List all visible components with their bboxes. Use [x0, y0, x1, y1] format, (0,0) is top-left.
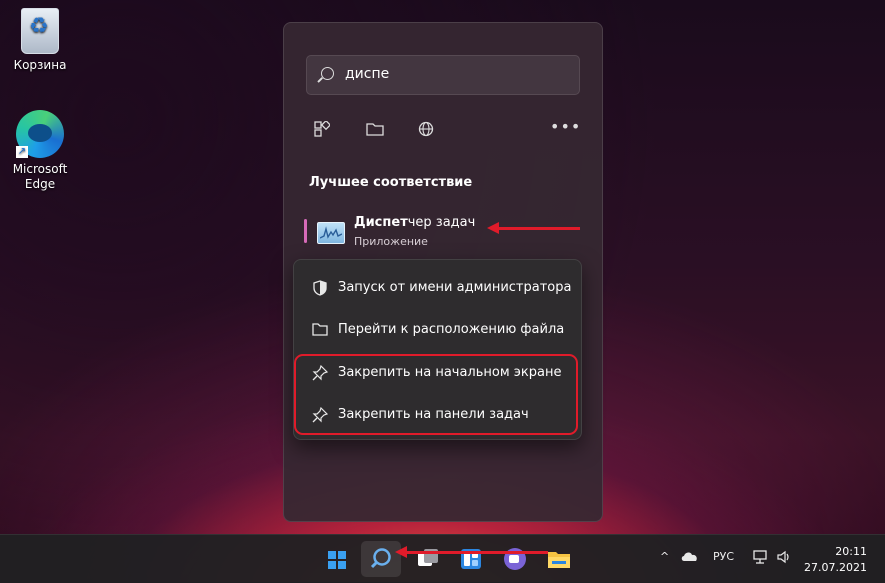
clock-date: 27.07.2021 [804, 561, 867, 574]
best-match-title: Диспетчер задач [354, 215, 475, 230]
file-explorer-button[interactable] [539, 541, 579, 577]
volume-icon[interactable] [776, 549, 792, 568]
onedrive-icon[interactable] [680, 549, 700, 566]
menu-item-label: Перейти к расположению файла [338, 322, 565, 337]
search-icon [321, 67, 334, 80]
recycle-bin-icon[interactable]: Корзина [5, 8, 75, 73]
documents-filter-icon[interactable] [364, 121, 386, 143]
remaining-text: чер задач [407, 215, 476, 230]
more-options-button[interactable]: ••• [550, 117, 580, 141]
chat-icon [504, 548, 526, 570]
taskbar: ^ РУС 20:11 27.07.2021 [0, 534, 885, 583]
teams-chat-button[interactable] [495, 541, 535, 577]
menu-item-label: Запуск от имени администратора [338, 280, 572, 295]
selection-accent [304, 219, 307, 243]
edge-label: Microsoft Edge [12, 162, 68, 191]
shortcut-arrow-icon: ↗ [16, 146, 28, 158]
folder-icon [312, 322, 328, 338]
annotation-arrow-search [395, 546, 548, 558]
web-filter-icon[interactable] [415, 121, 437, 143]
language-indicator[interactable]: РУС [713, 550, 734, 563]
chevron-up-icon[interactable]: ^ [660, 550, 669, 563]
matched-text: Диспет [354, 215, 408, 230]
recycle-bin-glyph-icon [21, 8, 59, 54]
shield-icon [312, 280, 328, 296]
system-clock[interactable]: 20:11 27.07.2021 [804, 544, 867, 576]
windows-logo-icon [328, 551, 346, 569]
best-match-item[interactable]: Диспетчер задач Приложение [304, 211, 584, 255]
task-view-icon [418, 549, 438, 566]
best-match-heading: Лучшее соответствие [309, 175, 473, 190]
task-view-button[interactable] [407, 541, 447, 577]
widgets-button[interactable] [451, 541, 491, 577]
file-explorer-icon [548, 552, 570, 568]
search-input[interactable]: диспе [306, 55, 580, 95]
recycle-bin-label: Корзина [13, 58, 67, 72]
menu-item-run-as-admin[interactable]: Запуск от имени администратора [302, 270, 572, 304]
widgets-icon [461, 549, 481, 569]
annotation-highlight-box [294, 354, 578, 435]
edge-shortcut-icon[interactable]: ↗ Microsoft Edge [5, 110, 75, 192]
clock-time: 20:11 [835, 545, 867, 558]
task-manager-icon [317, 222, 345, 244]
best-match-type: Приложение [354, 235, 428, 248]
search-query: диспе [345, 66, 390, 82]
annotation-arrow-result [487, 222, 580, 234]
edge-logo-icon: ↗ [16, 110, 64, 158]
start-button[interactable] [317, 541, 357, 577]
network-icon[interactable] [752, 549, 768, 568]
apps-filter-icon[interactable] [311, 119, 333, 143]
menu-item-open-file-location[interactable]: Перейти к расположению файла [302, 312, 572, 346]
